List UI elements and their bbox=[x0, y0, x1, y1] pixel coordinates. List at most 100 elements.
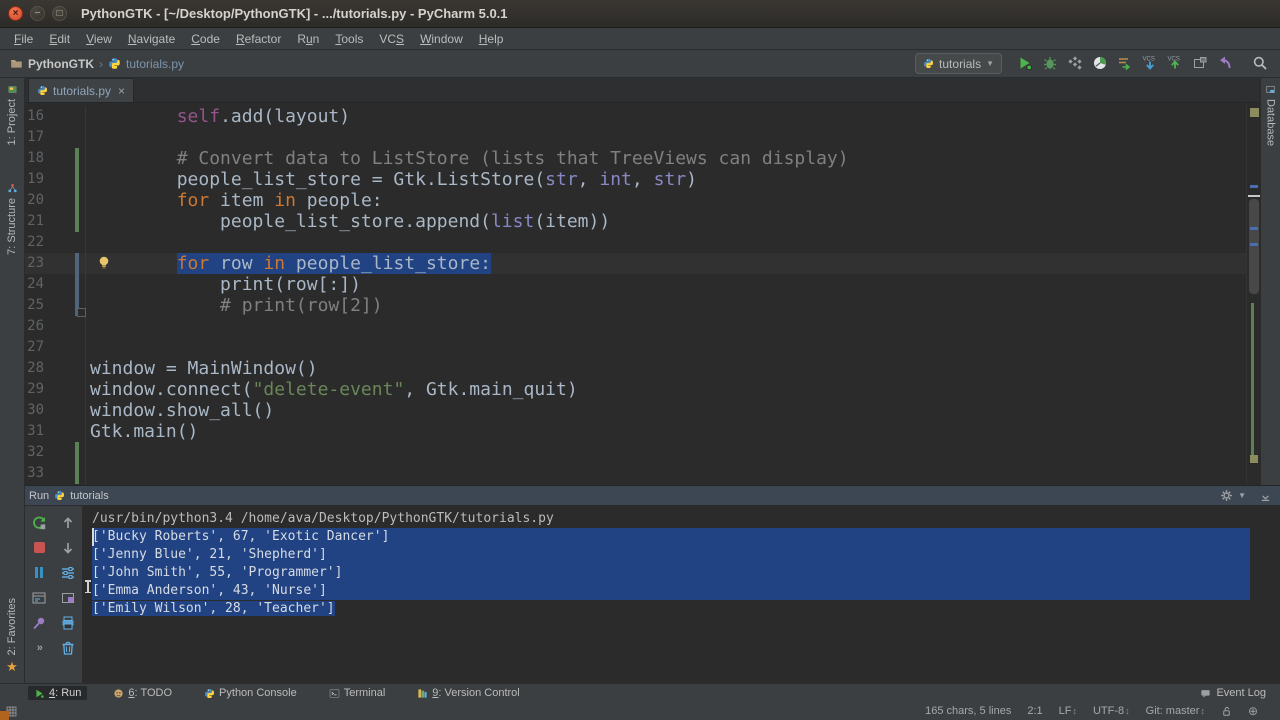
stripe-mark[interactable] bbox=[1250, 227, 1258, 230]
vcs-commit-button[interactable]: VCS bbox=[1162, 52, 1187, 74]
minimize-window-icon[interactable]: − bbox=[30, 6, 45, 21]
breadcrumb-separator: › bbox=[99, 56, 103, 71]
debug-button[interactable] bbox=[1037, 52, 1062, 74]
tool-button-database[interactable]: Database bbox=[1261, 78, 1280, 152]
diff-button[interactable] bbox=[1187, 52, 1212, 74]
down-button[interactable] bbox=[57, 537, 79, 559]
line-number[interactable]: 16 bbox=[25, 106, 86, 127]
code-line: 21 people_list_store.append(list(item)) bbox=[25, 211, 1260, 232]
vcs-change-bar[interactable] bbox=[75, 253, 79, 316]
stripe-mark[interactable] bbox=[1248, 195, 1260, 197]
stripe-mark[interactable] bbox=[1249, 199, 1259, 294]
console-layout-button[interactable] bbox=[28, 587, 50, 609]
hide-panel-icon[interactable] bbox=[1259, 489, 1272, 502]
editor-error-stripe[interactable] bbox=[1246, 103, 1260, 485]
more-button[interactable]: » bbox=[28, 637, 50, 659]
up-button[interactable] bbox=[57, 512, 79, 534]
event-log-button[interactable]: Event Log bbox=[1216, 687, 1266, 699]
toolwindow-button-terminal[interactable]: Terminal bbox=[323, 686, 392, 700]
stop-button[interactable] bbox=[28, 537, 50, 559]
pycharm-window: × − □ PythonGTK - [~/Desktop/PythonGTK] … bbox=[0, 0, 1280, 720]
stripe-mark[interactable] bbox=[1250, 455, 1258, 463]
main-area: 1: Project 7: Structure 2: Favorites ★ t… bbox=[0, 78, 1280, 683]
menu-navigate[interactable]: Navigate bbox=[120, 30, 183, 48]
stripe-mark[interactable] bbox=[1250, 108, 1259, 117]
editor[interactable]: 16 self.add(layout) 17 18 # Convert data t… bbox=[25, 103, 1260, 485]
more-icon: » bbox=[36, 641, 43, 654]
tool-button-project[interactable]: 1: Project bbox=[0, 78, 24, 151]
breadcrumb-file[interactable]: tutorials.py bbox=[126, 57, 184, 71]
close-window-icon[interactable]: × bbox=[8, 6, 23, 21]
readonly-lock-icon[interactable] bbox=[1221, 706, 1232, 717]
fold-marker-icon[interactable] bbox=[77, 308, 86, 317]
vcs-branch-select[interactable]: Git: master ↕ bbox=[1146, 705, 1205, 717]
run-panel-config-name: tutorials bbox=[70, 489, 109, 502]
run-settings-button[interactable] bbox=[1112, 52, 1137, 74]
rollback-button[interactable] bbox=[1212, 52, 1237, 74]
intention-bulb-icon[interactable] bbox=[97, 255, 111, 276]
tool-button-structure[interactable]: 7: Structure bbox=[0, 177, 24, 261]
stripe-mark[interactable] bbox=[1250, 243, 1258, 246]
console-output-line: ['Emily Wilson', 28, 'Teacher'] bbox=[92, 601, 335, 616]
highlighting-level-icon[interactable]: ⊕ bbox=[1248, 704, 1258, 718]
window-purple-button[interactable] bbox=[57, 587, 79, 609]
window-controls: × − □ bbox=[8, 6, 67, 21]
toolwindow-button-9-version-control[interactable]: 9: Version Control bbox=[411, 686, 525, 700]
run-button[interactable] bbox=[1012, 52, 1037, 74]
line-number[interactable]: 26 bbox=[25, 316, 86, 337]
gear-icon[interactable] bbox=[1220, 489, 1233, 502]
toolwindow-button-6-todo[interactable]: 6: TODO bbox=[107, 686, 178, 700]
search-button[interactable] bbox=[1247, 52, 1272, 74]
run-console[interactable]: /usr/bin/python3.4 /home/ava/Desktop/Pyt… bbox=[83, 506, 1280, 683]
filter-button[interactable] bbox=[57, 562, 79, 584]
menu-help[interactable]: Help bbox=[471, 30, 512, 48]
toolwindow-button-4-run[interactable]: 4: Run bbox=[28, 686, 88, 700]
run-configuration-select[interactable]: tutorials ▼ bbox=[915, 53, 1002, 74]
line-number[interactable]: 22 bbox=[25, 232, 86, 253]
menu-file[interactable]: File bbox=[6, 30, 41, 48]
maximize-window-icon[interactable]: □ bbox=[52, 6, 67, 21]
tool-button-favorites[interactable]: 2: Favorites ★ bbox=[0, 592, 24, 681]
breadcrumb-project[interactable]: PythonGTK bbox=[28, 57, 94, 71]
vcs-change-bar[interactable] bbox=[75, 442, 79, 484]
menu-vcs[interactable]: VCS bbox=[371, 30, 412, 48]
close-tab-icon[interactable]: × bbox=[118, 84, 125, 98]
vcs-update-icon: VCS bbox=[1142, 55, 1158, 71]
trash-icon bbox=[60, 640, 76, 656]
line-number[interactable]: 30 bbox=[25, 400, 86, 421]
toolwindow-button-python-console[interactable]: Python Console bbox=[198, 686, 303, 700]
line-number[interactable]: 17 bbox=[25, 127, 86, 148]
vcs-change-bar[interactable] bbox=[75, 148, 79, 232]
menu-bar: File Edit View Navigate Code Refactor Run Tools… bbox=[0, 28, 1280, 50]
vcs-tool-icon bbox=[417, 688, 428, 699]
editor-tab-tutorials[interactable]: tutorials.py × bbox=[28, 78, 135, 102]
pin-button[interactable] bbox=[28, 612, 50, 634]
line-number[interactable]: 28 bbox=[25, 358, 86, 379]
line-number[interactable]: 29 bbox=[25, 379, 86, 400]
menu-tools[interactable]: Tools bbox=[327, 30, 371, 48]
selected-code: for row in people_list_store: bbox=[176, 253, 491, 274]
stripe-mark[interactable] bbox=[1250, 185, 1258, 188]
menu-refactor[interactable]: Refactor bbox=[228, 30, 289, 48]
menu-code[interactable]: Code bbox=[183, 30, 228, 48]
menu-view[interactable]: View bbox=[78, 30, 120, 48]
coverage-button[interactable] bbox=[1062, 52, 1087, 74]
menu-edit[interactable]: Edit bbox=[41, 30, 78, 48]
pause-button[interactable] bbox=[28, 562, 50, 584]
printer-button[interactable] bbox=[57, 612, 79, 634]
menu-run[interactable]: Run bbox=[289, 30, 327, 48]
menu-window[interactable]: Window bbox=[412, 30, 471, 48]
line-number[interactable]: 27 bbox=[25, 337, 86, 358]
rerun-button[interactable] bbox=[28, 512, 50, 534]
trash-button[interactable] bbox=[57, 637, 79, 659]
encoding-select[interactable]: UTF-8 ↕ bbox=[1093, 705, 1130, 717]
vcs-update-button[interactable]: VCS bbox=[1137, 52, 1162, 74]
console-command-line: /usr/bin/python3.4 /home/ava/Desktop/Pyt… bbox=[92, 511, 554, 526]
run-panel-title: Run bbox=[29, 489, 50, 502]
stripe-mark[interactable] bbox=[1251, 303, 1254, 458]
line-number[interactable]: 31 bbox=[25, 421, 86, 442]
run-panel-toolbar: » bbox=[25, 506, 83, 683]
caret-position[interactable]: 2:1 bbox=[1027, 705, 1042, 717]
line-ending-select[interactable]: LF ↕ bbox=[1059, 705, 1077, 717]
profile-button[interactable] bbox=[1087, 52, 1112, 74]
